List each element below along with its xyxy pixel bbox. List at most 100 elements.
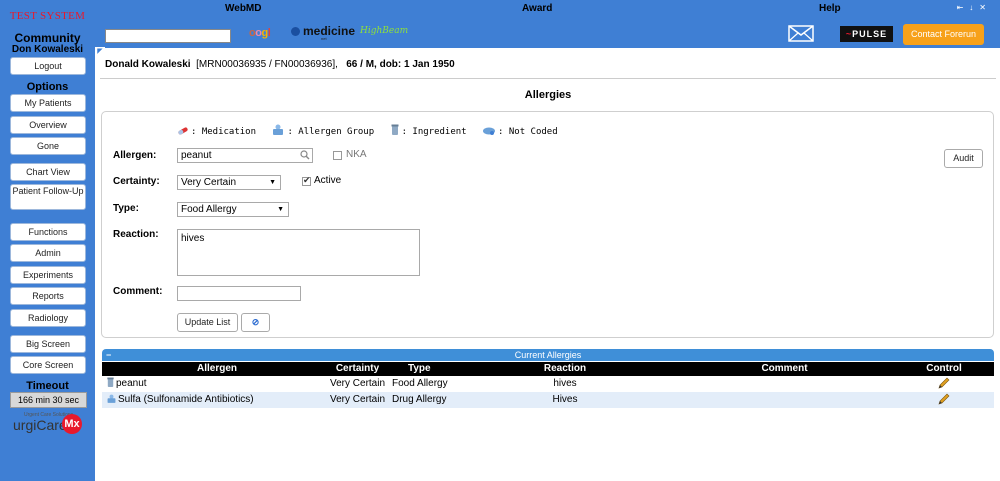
row-allergen: peanut bbox=[116, 378, 147, 389]
medication-icon bbox=[178, 127, 188, 135]
dropdown-arrow-icon: ▼ bbox=[277, 206, 284, 213]
google-logo[interactable]: oogl bbox=[249, 27, 271, 39]
sidebar-item-big-screen[interactable]: Big Screen bbox=[10, 335, 86, 353]
pulse-logo[interactable]: ~PULSE bbox=[840, 26, 893, 42]
highbeam-logo[interactable]: HighBeam bbox=[360, 26, 408, 36]
patient-name: Donald Kowaleski bbox=[105, 59, 191, 70]
mail-icon[interactable] bbox=[788, 25, 814, 42]
sidebar-item-patient-follow-up[interactable]: Patient Follow-Up bbox=[10, 184, 86, 210]
active-label: Active bbox=[314, 175, 342, 186]
timeout-header: Timeout bbox=[26, 380, 69, 392]
update-list-button[interactable]: Update List bbox=[177, 313, 238, 332]
comment-input[interactable] bbox=[177, 286, 301, 301]
row-certainty: Very Certain bbox=[330, 378, 386, 389]
certainty-select[interactable]: Very Certain ▼ bbox=[177, 175, 281, 190]
legend-medication: : Medication bbox=[177, 126, 256, 137]
user-name: Don Kowaleski bbox=[11, 44, 84, 55]
row-type: Food Allergy bbox=[392, 378, 448, 389]
window-controls: ⇤↓✕ bbox=[957, 3, 992, 12]
row-reaction: hives bbox=[553, 378, 577, 389]
dropdown-arrow-icon: ▼ bbox=[269, 179, 276, 186]
ingredient-icon bbox=[107, 377, 114, 387]
system-title: TEST SYSTEM bbox=[9, 10, 86, 22]
timeout-value: 166 min 30 sec bbox=[10, 392, 87, 408]
top-bar: WebMD Award Help ⇤↓✕ oogl medicine net H… bbox=[95, 0, 1000, 48]
ingredient-icon bbox=[391, 124, 399, 135]
legend-allergen-group: : Allergen Group bbox=[271, 124, 374, 137]
logo-badge: Mx bbox=[62, 414, 82, 434]
row-certainty: Very Certain bbox=[330, 394, 386, 405]
table-row[interactable]: peanut Very Certain Food Allergy hives bbox=[102, 376, 994, 392]
sidebar-item-admin[interactable]: Admin bbox=[10, 244, 86, 262]
top-search-input[interactable] bbox=[105, 29, 231, 43]
collapse-icon[interactable]: − bbox=[106, 349, 111, 361]
allergen-input[interactable]: peanut bbox=[177, 148, 313, 163]
sidebar-item-overview[interactable]: Overview bbox=[10, 116, 86, 134]
divider bbox=[100, 78, 996, 79]
allergy-form-panel bbox=[101, 111, 994, 338]
not-coded-icon bbox=[483, 127, 496, 135]
edit-pencil-icon[interactable] bbox=[937, 377, 951, 390]
allergen-label: Allergen: bbox=[113, 150, 157, 161]
medicine-dot-icon bbox=[291, 27, 300, 36]
certainty-label: Certainty: bbox=[113, 176, 160, 187]
sidebar-item-my-patients[interactable]: My Patients bbox=[10, 94, 86, 112]
allergen-group-icon bbox=[107, 394, 116, 403]
active-checkbox[interactable] bbox=[302, 175, 311, 186]
reaction-label: Reaction: bbox=[113, 229, 159, 240]
medicine-net-logo[interactable]: medicine net bbox=[291, 24, 355, 42]
options-header: Options bbox=[26, 81, 69, 93]
logo-text: urgiCare bbox=[13, 417, 67, 433]
pin-icon[interactable]: ⇤ bbox=[957, 3, 970, 12]
col-reaction: Reaction bbox=[543, 363, 587, 374]
sidebar-item-chart-view[interactable]: Chart View bbox=[10, 163, 86, 181]
icon-legend: : Medication : Allergen Group : Ingredie… bbox=[177, 124, 568, 137]
help-link[interactable]: Help bbox=[819, 3, 841, 14]
close-icon[interactable]: ✕ bbox=[979, 3, 992, 12]
legend-ingredient: : Ingredient bbox=[390, 124, 467, 137]
current-allergies-header[interactable]: − Current Allergies bbox=[102, 349, 994, 361]
comment-label: Comment: bbox=[113, 286, 163, 297]
sidebar-item-radiology[interactable]: Radiology bbox=[10, 309, 86, 327]
sidebar-item-experiments[interactable]: Experiments bbox=[10, 266, 86, 284]
urgicare-logo: Urgent Care Solutions urgiCare Mx bbox=[12, 412, 84, 438]
logout-button[interactable]: Logout bbox=[10, 57, 86, 75]
allergen-group-icon bbox=[273, 124, 284, 135]
nka-label: NKA bbox=[346, 149, 367, 160]
col-comment: Comment bbox=[761, 363, 808, 374]
sidebar: TEST SYSTEM Community Don Kowaleski Logo… bbox=[0, 0, 95, 481]
audit-button[interactable]: Audit bbox=[944, 149, 983, 168]
webmd-link[interactable]: WebMD bbox=[225, 3, 261, 14]
patient-ids: [MRN00036935 / FN00036936], bbox=[196, 59, 338, 70]
cancel-button[interactable]: ⊘ bbox=[241, 313, 270, 332]
row-type: Drug Allergy bbox=[392, 394, 447, 405]
patient-demographics: 66 / M, dob: 1 Jan 1950 bbox=[346, 59, 455, 70]
collapse-sidebar-icon[interactable]: ◤ bbox=[95, 47, 105, 57]
search-icon[interactable] bbox=[300, 150, 310, 160]
col-control: Control bbox=[926, 363, 962, 374]
col-type: Type bbox=[408, 363, 431, 374]
col-certainty: Certainty bbox=[335, 363, 380, 374]
community-label: Community bbox=[14, 31, 81, 45]
sidebar-item-functions[interactable]: Functions bbox=[10, 223, 86, 241]
current-allergies-title: Current Allergies bbox=[514, 350, 582, 360]
table-header-row: Allergen Certainty Type Reaction Comment… bbox=[102, 362, 994, 376]
table-row[interactable]: Sulfa (Sulfonamide Antibiotics) Very Cer… bbox=[102, 392, 994, 408]
row-allergen: Sulfa (Sulfonamide Antibiotics) bbox=[118, 394, 254, 405]
row-reaction: Hives bbox=[552, 394, 578, 405]
download-icon[interactable]: ↓ bbox=[969, 3, 979, 12]
type-select[interactable]: Food Allergy ▼ bbox=[177, 202, 289, 217]
edit-pencil-icon[interactable] bbox=[937, 393, 951, 406]
nka-checkbox[interactable] bbox=[333, 151, 342, 160]
type-label: Type: bbox=[113, 203, 139, 214]
award-link[interactable]: Award bbox=[522, 3, 552, 14]
reaction-textarea[interactable]: hives bbox=[177, 229, 420, 276]
contact-button[interactable]: Contact Forerun bbox=[903, 24, 984, 45]
sidebar-item-core-screen[interactable]: Core Screen bbox=[10, 356, 86, 374]
sidebar-item-gone[interactable]: Gone bbox=[10, 137, 86, 155]
sidebar-item-reports[interactable]: Reports bbox=[10, 287, 86, 305]
col-allergen: Allergen bbox=[196, 363, 237, 374]
legend-not-coded: : Not Coded bbox=[482, 126, 558, 137]
page-title: Allergies bbox=[524, 89, 572, 101]
patient-header: Donald Kowaleski [MRN00036935 / FN000369… bbox=[105, 59, 455, 70]
